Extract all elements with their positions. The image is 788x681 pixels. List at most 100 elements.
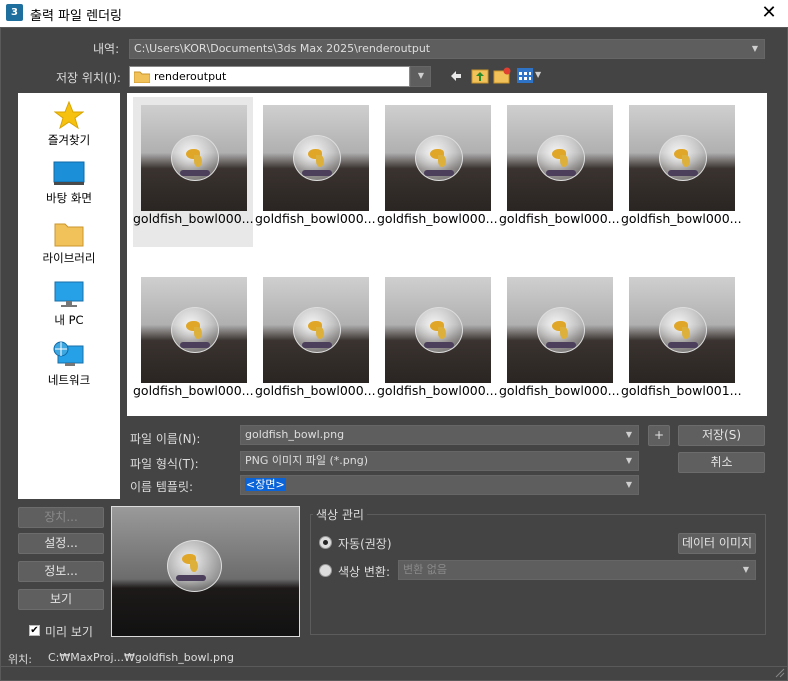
back-arrow-icon[interactable] [450, 70, 462, 82]
file-name: goldfish_bowl000... [133, 383, 254, 398]
convert-dropdown[interactable]: 변환 없음 ▼ [398, 560, 756, 580]
cancel-button[interactable]: 취소 [678, 452, 765, 473]
up-folder-icon[interactable] [471, 67, 489, 84]
chevron-down-icon: ▼ [625, 456, 632, 465]
chevron-down-icon: ▼ [751, 44, 758, 53]
save-in-label: 저장 위치(I): [56, 71, 121, 85]
file-thumbnail[interactable]: goldfish_bowl000... [377, 97, 498, 247]
file-thumbnail[interactable]: goldfish_bowl000... [133, 97, 254, 247]
convert-value: 변환 없음 [403, 563, 447, 576]
desktop-icon [53, 161, 85, 185]
fishbowl-image [293, 135, 341, 181]
fishbowl-image [659, 135, 707, 181]
render-output-dialog: 내역: C:\Users\KOR\Documents\3ds Max 2025\… [0, 27, 788, 681]
filename-value: goldfish_bowl.png [245, 428, 345, 441]
location-value: C:₩MaxProj...₩goldfish_bowl.png [48, 651, 234, 664]
view-menu-icon[interactable] [517, 68, 533, 83]
window-title: 출력 파일 렌더링 [30, 9, 122, 24]
location-label: 위치: [8, 653, 32, 666]
preview-label: 미리 보기 [45, 625, 93, 639]
chevron-down-icon: ▼ [625, 430, 632, 439]
setup-button[interactable]: 설정... [18, 533, 104, 554]
place-network[interactable]: 네트워크 [18, 341, 120, 388]
thumbnail-image [629, 105, 735, 211]
chevron-down-icon: ▼ [625, 480, 632, 489]
chevron-down-icon[interactable]: ▼ [535, 70, 541, 79]
thumbnail-image [507, 105, 613, 211]
devices-button[interactable]: 장치... [18, 507, 104, 528]
data-image-button[interactable]: 데이터 이미지 [678, 533, 756, 554]
thumbnail-image [385, 105, 491, 211]
thumbnail-image [263, 105, 369, 211]
file-thumbnail[interactable]: goldfish_bowl000... [621, 97, 742, 247]
place-favorites[interactable]: 즐겨찾기 [18, 101, 120, 148]
history-label: 내역: [93, 42, 120, 56]
filetype-value: PNG 이미지 파일 (*.png) [245, 454, 368, 467]
file-thumbnail[interactable]: goldfish_bowl000... [255, 97, 376, 247]
thumbnail-image [629, 277, 735, 383]
place-label: 바탕 화면 [46, 191, 92, 205]
convert-label: 색상 변환: [338, 565, 391, 579]
place-libraries[interactable]: 라이브러리 [18, 221, 120, 266]
file-name: goldfish_bowl000... [377, 383, 498, 398]
file-name: goldfish_bowl000... [621, 211, 742, 226]
close-button[interactable]: ✕ [758, 2, 780, 24]
filename-label: 파일 이름(N): [130, 432, 201, 446]
fishbowl-image [171, 135, 219, 181]
template-dropdown[interactable]: <장면> ▼ [240, 475, 639, 495]
save-button[interactable]: 저장(S) [678, 425, 765, 446]
title-bar: 3 출력 파일 렌더링 ✕ [0, 0, 788, 27]
save-in-dropdown-button[interactable]: ▼ [410, 66, 431, 87]
auto-radio[interactable] [319, 536, 332, 549]
thumbnail-image [385, 277, 491, 383]
fishbowl-image [537, 307, 585, 353]
file-thumbnail[interactable]: goldfish_bowl001... [621, 269, 742, 419]
divider [1, 666, 787, 667]
place-label: 네트워크 [47, 373, 91, 387]
fishbowl-image [167, 540, 222, 592]
auto-label: 자동(권장) [338, 537, 392, 551]
file-name: goldfish_bowl000... [499, 383, 620, 398]
network-icon [53, 341, 84, 366]
view-button[interactable]: 보기 [18, 589, 104, 610]
star-icon [54, 101, 84, 129]
file-name: goldfish_bowl000... [133, 211, 254, 226]
file-name: goldfish_bowl000... [377, 211, 498, 226]
file-thumbnail[interactable]: goldfish_bowl000... [255, 269, 376, 419]
history-dropdown[interactable]: C:\Users\KOR\Documents\3ds Max 2025\rend… [129, 39, 765, 59]
new-folder-icon[interactable] [493, 67, 511, 84]
history-value: C:\Users\KOR\Documents\3ds Max 2025\rend… [134, 42, 431, 55]
app-icon: 3 [6, 4, 23, 21]
info-button[interactable]: 정보... [18, 561, 104, 582]
fishbowl-image [171, 307, 219, 353]
color-management-title: 색상 관리 [313, 506, 367, 523]
monitor-icon [54, 281, 84, 307]
place-this-pc[interactable]: 내 PC [18, 281, 120, 328]
fishbowl-image [415, 135, 463, 181]
place-label: 즐겨찾기 [47, 133, 91, 147]
filename-input[interactable]: goldfish_bowl.png ▼ [240, 425, 639, 445]
place-desktop[interactable]: 바탕 화면 [18, 161, 120, 206]
add-button[interactable]: + [648, 425, 670, 446]
resize-grip-icon[interactable] [775, 668, 785, 678]
preview-image [111, 506, 300, 637]
file-thumbnail[interactable]: goldfish_bowl000... [499, 269, 620, 419]
file-name: goldfish_bowl001... [621, 383, 742, 398]
file-thumbnail[interactable]: goldfish_bowl000... [133, 269, 254, 419]
places-bar: 즐겨찾기 바탕 화면 라이브러리 내 PC 네트워크 [18, 93, 120, 499]
file-name: goldfish_bowl000... [255, 211, 376, 226]
filetype-dropdown[interactable]: PNG 이미지 파일 (*.png) ▼ [240, 451, 639, 471]
file-thumbnail[interactable]: goldfish_bowl000... [377, 269, 498, 419]
save-in-dropdown[interactable]: renderoutput [129, 66, 410, 87]
convert-radio[interactable] [319, 564, 332, 577]
place-label: 내 PC [54, 313, 84, 327]
place-label: 라이브러리 [42, 251, 96, 265]
thumbnail-image [263, 277, 369, 383]
preview-checkbox[interactable]: ✔ [29, 625, 40, 636]
fishbowl-image [293, 307, 341, 353]
thumbnail-image [141, 105, 247, 211]
fishbowl-image [659, 307, 707, 353]
file-thumbnail[interactable]: goldfish_bowl000... [499, 97, 620, 247]
folder-icon [54, 223, 84, 247]
file-list: goldfish_bowl000... goldfish_bowl000... … [127, 93, 767, 416]
